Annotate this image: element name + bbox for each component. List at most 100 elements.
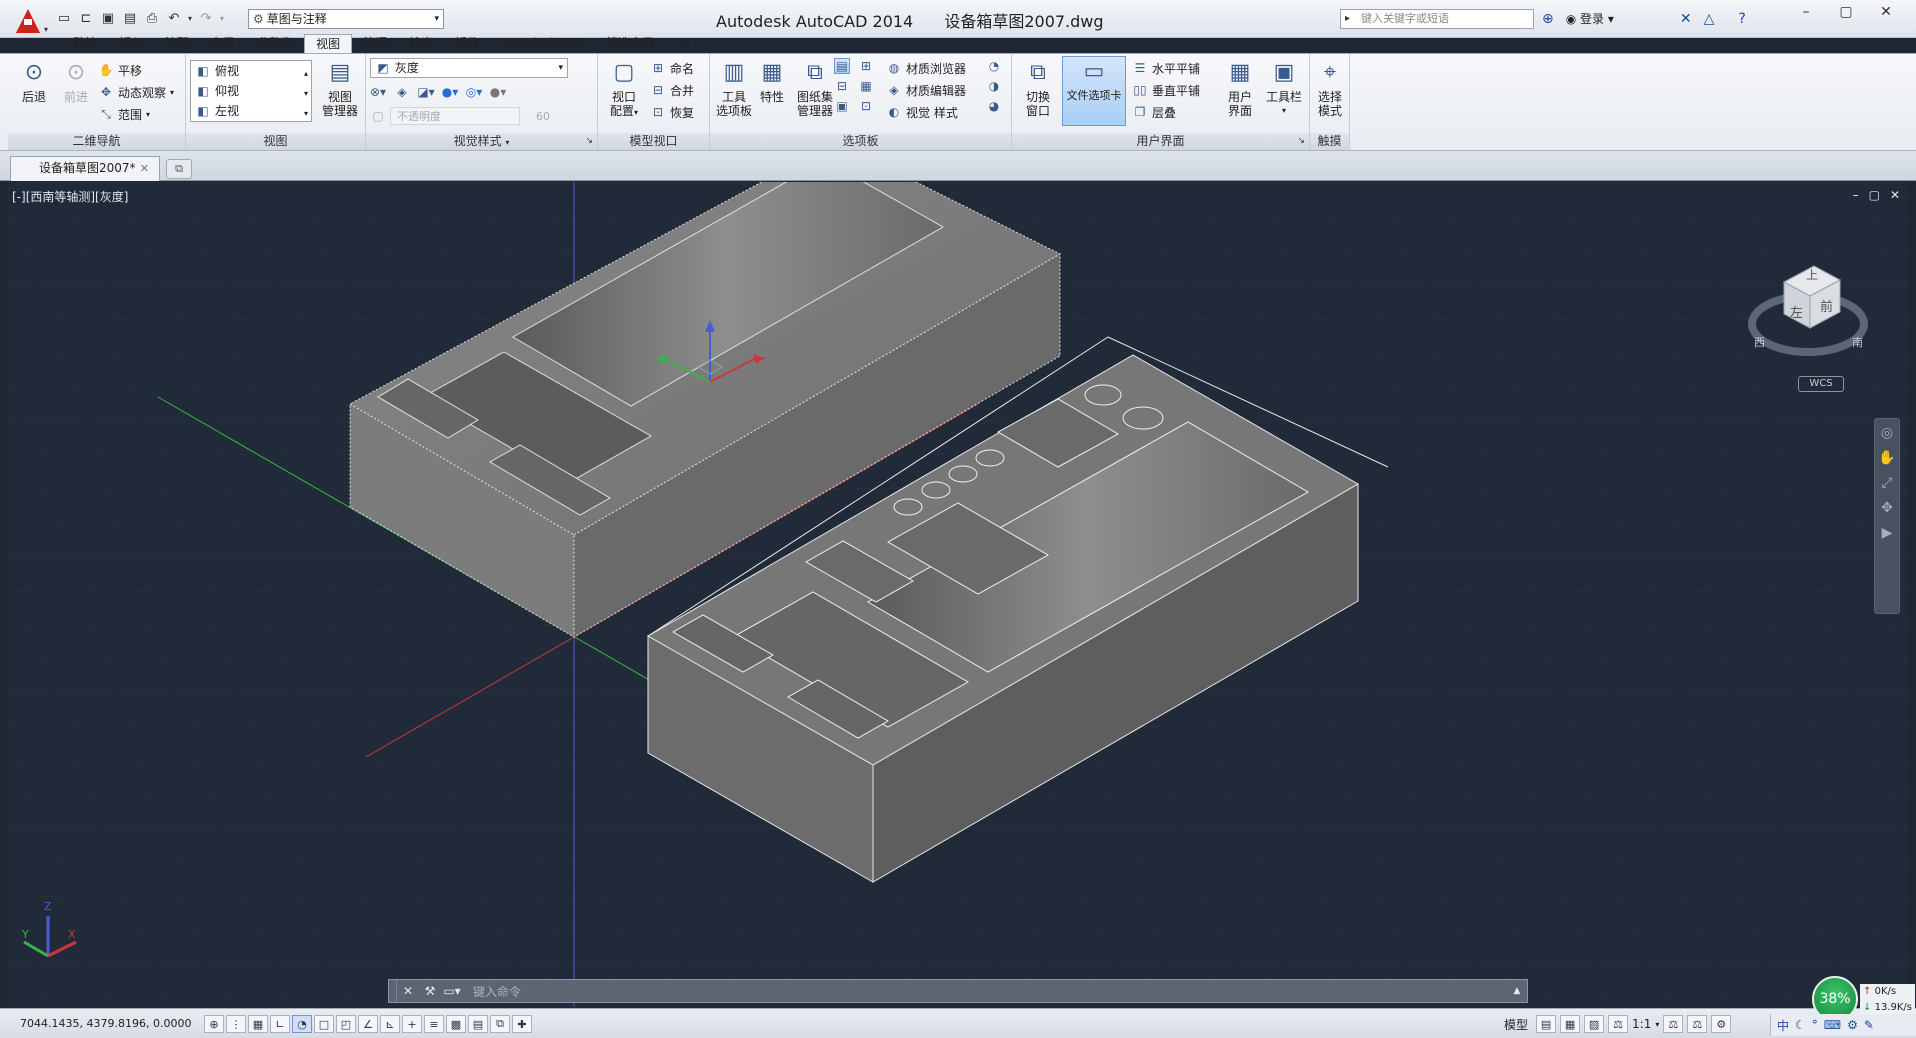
open-folder-icon[interactable]: ⊏	[76, 8, 96, 28]
quick-properties-icon[interactable]: ▤	[468, 1015, 488, 1033]
minimize-icon[interactable]: –	[1786, 0, 1826, 24]
markup-set-icon[interactable]: ⊟	[834, 78, 850, 94]
polar-tracking-icon[interactable]: ◔	[292, 1015, 312, 1033]
view-left-item[interactable]: ◧ 左视	[195, 101, 239, 121]
showmotion-icon[interactable]: ▶	[1882, 525, 1893, 541]
orbit-icon[interactable]: ✥	[1881, 500, 1893, 516]
ribbon-tab-8[interactable]: 插件	[444, 34, 490, 53]
forward-button[interactable]: ⊙ 前进	[54, 58, 98, 105]
view-bottom-item[interactable]: ◧ 仰视	[195, 81, 239, 101]
cascade-button[interactable]: ❐ 层叠	[1132, 102, 1176, 122]
punctuation-icon[interactable]: °	[1812, 1018, 1818, 1032]
properties-button[interactable]: ▦ 特性	[754, 58, 790, 105]
restore-icon[interactable]: ▢	[1869, 188, 1880, 202]
ime-indicator[interactable]: 中	[1777, 1017, 1789, 1034]
transparency-icon[interactable]: ▩	[446, 1015, 466, 1033]
scroll-down-icon[interactable]: ▾	[304, 85, 308, 103]
annotation-visibility-icon[interactable]: ⚖	[1663, 1015, 1684, 1033]
materials-editor-button[interactable]: ◈ 材质编辑器	[886, 80, 966, 100]
ribbon-tab-9[interactable]: Autodesk 360	[490, 34, 595, 53]
advanced-render-icon[interactable]: ◕	[986, 98, 1002, 114]
history-toggle-icon[interactable]: ▲	[1507, 986, 1527, 996]
tool-palettes-button[interactable]: ▥ 工具 选项板	[712, 58, 756, 119]
print-icon[interactable]: ⎙	[142, 8, 162, 28]
workspace-switching-icon[interactable]: ⚙	[1711, 1015, 1732, 1033]
close-icon[interactable]: ✕	[1890, 188, 1900, 202]
ribbon-tab-2[interactable]: 注释	[154, 34, 200, 53]
tile-horizontal-button[interactable]: ☰ 水平平铺	[1132, 58, 1200, 78]
view-top-item[interactable]: ◧ 俯视	[195, 61, 239, 81]
settings-icon[interactable]: ⚙	[1847, 1018, 1858, 1032]
ribbon-tab-1[interactable]: 插入	[108, 34, 154, 53]
moon-icon[interactable]: ☾	[1795, 1018, 1806, 1032]
steering-wheel-icon[interactable]: ◎	[1881, 425, 1893, 441]
join-viewports-button[interactable]: ⊟ 合并	[650, 80, 694, 100]
new-tab-button[interactable]: ⧉	[166, 159, 192, 179]
viewport-controls-label[interactable]: [-][西南等轴测][灰度]	[12, 188, 128, 205]
help-icon[interactable]: ?	[1738, 11, 1745, 27]
named-views-list[interactable]: ◧ 俯视 ◧ 仰视 ◧ 左视 ▴ ▾ ▾	[190, 60, 312, 122]
dbconnect-icon[interactable]: ▣	[834, 98, 850, 114]
ribbon-display-toggle-icon[interactable]: ▭▾	[665, 34, 701, 54]
switch-windows-button[interactable]: ⧉ 切换 窗口	[1016, 58, 1060, 119]
save-icon[interactable]: ▣	[98, 8, 118, 28]
restore-icon[interactable]: ▢	[1826, 0, 1866, 24]
drag-handle[interactable]	[389, 980, 397, 1002]
ribbon-tab-4[interactable]: 参数化	[246, 34, 304, 53]
application-menu-button[interactable]: ▾	[8, 4, 48, 38]
undo-dropdown-icon[interactable]: ▾	[186, 8, 194, 28]
binoculars-icon[interactable]: ⊕	[1542, 11, 1554, 27]
edge-effects-icon[interactable]: ⊗▾	[370, 84, 386, 100]
keyboard-icon[interactable]: ⌨	[1824, 1018, 1841, 1032]
ribbon-tab-7[interactable]: 输出	[398, 34, 444, 53]
annotation-scale-value[interactable]: 1:1	[1632, 1017, 1651, 1031]
dynamic-ucs-icon[interactable]: ⊾	[380, 1015, 400, 1033]
dynamic-input-icon[interactable]: +	[402, 1015, 422, 1033]
wrench-icon[interactable]: ⚒	[419, 984, 441, 998]
restore-viewports-button[interactable]: ⊡ 恢复	[650, 102, 694, 122]
lights-icon[interactable]: ●▾	[442, 84, 459, 100]
dialog-launcher-icon[interactable]: ↘	[1297, 133, 1305, 150]
design-center-icon[interactable]: ⊞	[858, 58, 874, 74]
xray-icon[interactable]: ◈	[394, 84, 410, 100]
close-icon[interactable]: ✕	[140, 157, 149, 180]
layer-properties-icon[interactable]: ▤	[834, 58, 850, 74]
expand-list-icon[interactable]: ▾	[304, 105, 308, 123]
sun-properties-icon[interactable]: ◑	[986, 78, 1002, 94]
calculator-icon[interactable]: ▦	[858, 78, 874, 94]
tools-icon[interactable]: ✎	[1864, 1018, 1874, 1032]
redo-icon[interactable]: ↷	[196, 8, 216, 28]
dialog-launcher-icon[interactable]: ↘	[585, 133, 593, 150]
shadows-icon[interactable]: ◪▾	[417, 84, 434, 100]
materials-browser-button[interactable]: ◍ 材质浏览器	[886, 58, 966, 78]
material-icon[interactable]: ●▾	[490, 84, 507, 100]
scroll-up-icon[interactable]: ▴	[304, 65, 308, 83]
ribbon-tab-6[interactable]: 管理	[352, 34, 398, 53]
extents-button[interactable]: ⤡ 范围 ▾	[98, 104, 150, 124]
view-manager-button[interactable]: ▤ 视图 管理器	[316, 58, 364, 119]
visual-style-select[interactable]: ◩ 灰度 ▾	[370, 58, 568, 78]
render-icon[interactable]: ◎▾	[466, 84, 483, 100]
ortho-mode-icon[interactable]: ∟	[270, 1015, 290, 1033]
selection-cycling-icon[interactable]: ⧉	[490, 1015, 510, 1033]
annotation-monitor-icon[interactable]: ✚	[512, 1015, 532, 1033]
grid-display-icon[interactable]: ▦	[248, 1015, 268, 1033]
exchange-apps-icon[interactable]: ✕	[1680, 11, 1692, 27]
command-input[interactable]: 键入命令	[463, 983, 1507, 1000]
3d-object-snap-icon[interactable]: ◰	[336, 1015, 356, 1033]
quick-view-drawings-icon[interactable]: ▨	[1584, 1015, 1605, 1033]
tile-vertical-button[interactable]: ▯▯ 垂直平铺	[1132, 80, 1200, 100]
visual-styles-manager-button[interactable]: ◐ 视觉 样式	[886, 102, 958, 122]
undo-icon[interactable]: ↶	[164, 8, 184, 28]
sheet-set-manager-button[interactable]: ⧉ 图纸集 管理器	[790, 58, 840, 119]
toolbars-button[interactable]: ▣ 工具栏 ▾	[1262, 58, 1306, 118]
coordinates-display[interactable]: 7044.1435, 4379.8196, 0.0000	[20, 1017, 191, 1030]
close-icon[interactable]: ✕	[397, 984, 419, 998]
a360-icon[interactable]: △	[1704, 11, 1715, 27]
named-viewports-button[interactable]: ⊞ 命名	[650, 58, 694, 78]
orbit-button[interactable]: ✥ 动态观察 ▾	[98, 82, 174, 102]
help-search-input[interactable]: ▸ 键入关键字或短语	[1340, 9, 1534, 29]
minimize-icon[interactable]: –	[1853, 188, 1859, 202]
snap-mode-icon[interactable]: ⋮	[226, 1015, 246, 1033]
lights-palette-icon[interactable]: ◔	[986, 58, 1002, 74]
